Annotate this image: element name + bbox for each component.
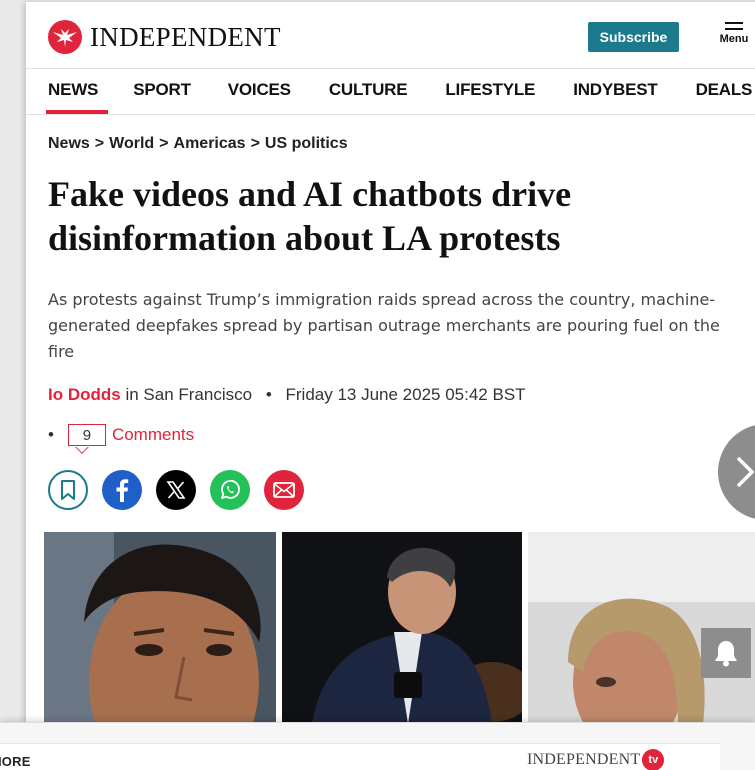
gallery-image-1[interactable] [44, 532, 276, 724]
breadcrumb-news[interactable]: News [48, 135, 90, 153]
menu-label: Menu [719, 33, 749, 45]
whatsapp-icon [221, 479, 240, 499]
comment-count-badge: 9 [67, 424, 106, 446]
nav-divider-bottom [26, 114, 755, 115]
author-location: in San Francisco [125, 385, 253, 404]
nav-item-culture[interactable]: CULTURE [329, 80, 408, 100]
comments-label: Comments [111, 425, 195, 444]
nav-item-news[interactable]: NEWS [45, 80, 109, 114]
byline: Io Dodds in San Francisco • Friday 13 Ju… [48, 385, 526, 405]
site-logo[interactable]: INDEPENDENT [48, 20, 281, 54]
subscribe-button[interactable]: Subscribe [588, 22, 679, 52]
whatsapp-share-button[interactable] [210, 470, 250, 510]
nav-divider-top [26, 68, 755, 69]
breadcrumb-us-politics[interactable]: US politics [265, 135, 348, 153]
tv-badge-icon: tv [642, 749, 665, 770]
article-page: INDEPENDENT Subscribe Menu NEWS SPORT VO… [26, 2, 755, 770]
more-label[interactable]: IORE [0, 754, 31, 769]
bell-icon [715, 641, 737, 667]
chevron-right-icon [736, 456, 755, 488]
bullet-separator: • [48, 425, 54, 444]
bookmark-icon [61, 480, 75, 500]
x-share-button[interactable] [156, 470, 196, 510]
bookmark-button[interactable] [48, 470, 88, 510]
tv-logo-wordmark: INDEPENDENT [527, 751, 641, 768]
independent-tv-logo: INDEPENDENT tv [527, 749, 665, 770]
breadcrumb-separator: > [159, 135, 169, 152]
logo-wordmark: INDEPENDENT [90, 21, 281, 52]
email-icon [273, 482, 295, 498]
nav-item-indybest[interactable]: INDYBEST [573, 80, 658, 100]
publish-date: Friday 13 June 2025 05:42 BST [285, 385, 526, 404]
email-share-button[interactable] [264, 470, 304, 510]
main-nav: NEWS SPORT VOICES CULTURE LIFESTYLE INDY… [45, 80, 753, 114]
video-player-header: IORE INDEPENDENT tv [0, 743, 720, 770]
share-bar [48, 470, 318, 510]
nav-item-sport[interactable]: SPORT [133, 80, 191, 100]
facebook-icon [116, 479, 129, 502]
x-icon [166, 481, 186, 499]
nav-item-lifestyle[interactable]: LIFESTYLE [445, 80, 535, 100]
article-headline: Fake videos and AI chatbots drive disinf… [48, 174, 572, 258]
hamburger-icon [725, 22, 743, 30]
breadcrumb: News > World > Americas > US politics [48, 135, 348, 153]
breadcrumb-separator: > [94, 135, 105, 152]
gallery-image-2[interactable] [282, 532, 522, 724]
author-link[interactable]: Io Dodds [48, 385, 121, 404]
article-standfirst: As protests against Trump’s immigration … [48, 290, 720, 361]
menu-button[interactable]: Menu [714, 22, 754, 45]
nav-item-deals[interactable]: DEALS [696, 80, 753, 100]
comments-link[interactable]: • 9 Comments [48, 424, 194, 446]
nav-item-voices[interactable]: VOICES [228, 80, 291, 100]
notifications-button[interactable] [701, 628, 751, 678]
byline-separator: • [265, 385, 272, 404]
breadcrumb-americas[interactable]: Americas [174, 135, 246, 153]
carousel-next-button[interactable] [718, 424, 755, 520]
facebook-share-button[interactable] [102, 470, 142, 510]
video-player-bar: IORE INDEPENDENT tv [0, 722, 755, 770]
eagle-logo-icon [48, 20, 82, 54]
breadcrumb-world[interactable]: World [109, 135, 154, 153]
breadcrumb-separator: > [250, 135, 260, 152]
